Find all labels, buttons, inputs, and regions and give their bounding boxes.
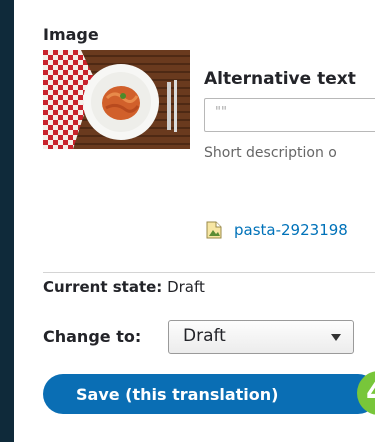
alt-text-description: Short description o (204, 145, 337, 161)
image-thumbnail[interactable] (43, 50, 190, 149)
save-translation-button[interactable]: Save (this translation) (43, 374, 375, 414)
image-field-label: Image (43, 25, 99, 44)
current-state-value: Draft (167, 278, 205, 296)
divider (43, 272, 375, 273)
alt-text-label: Alternative text (204, 69, 356, 89)
file-link[interactable]: pasta-2923198 (234, 221, 348, 239)
image-file-icon (206, 221, 222, 239)
current-state-label: Current state: (43, 278, 163, 296)
alt-text-input[interactable]: "" (204, 98, 375, 132)
change-to-select-value: Draft (183, 326, 226, 346)
change-to-label: Change to: (43, 327, 142, 346)
chevron-down-icon (331, 334, 341, 341)
current-state: Current state: Draft (43, 278, 205, 296)
content-panel: Image Alternative text "" Short descript… (14, 0, 375, 442)
change-to-select[interactable]: Draft (168, 320, 354, 354)
pasta-image (43, 50, 190, 149)
